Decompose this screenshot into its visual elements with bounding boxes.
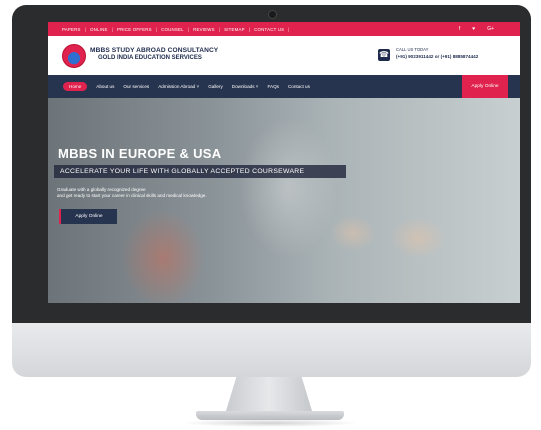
nav-about[interactable]: About us bbox=[96, 84, 114, 89]
top-link[interactable]: PRICE OFFERS bbox=[117, 27, 152, 32]
phone-icon: ☎ bbox=[378, 49, 390, 61]
nav-gallery[interactable]: Gallery bbox=[208, 84, 223, 89]
call-numbers[interactable]: (+91) 9023911442 or (+91) 8885874442 bbox=[396, 54, 478, 59]
top-link[interactable]: CONTACT US bbox=[254, 27, 284, 32]
main-nav: Home About us Our services Admission Abr… bbox=[48, 75, 520, 98]
nav-downloads[interactable]: Downloads ˅ bbox=[232, 84, 259, 89]
apply-online-button[interactable]: Apply Online bbox=[462, 75, 508, 98]
site-header: MBBS STUDY ABROAD CONSULTANCY GOLD INDIA… bbox=[48, 36, 520, 75]
top-links: PAPERS | ONLINE | PRICE OFFERS | COUNSEL | R… bbox=[62, 26, 290, 32]
logo-icon[interactable] bbox=[62, 44, 86, 68]
call-info: CALL US TODAY (+91) 9023911442 or (+91) … bbox=[396, 47, 478, 59]
website-screen: PAPERS | ONLINE | PRICE OFFERS | COUNSEL | R… bbox=[48, 22, 520, 303]
nav-services[interactable]: Our services bbox=[123, 84, 149, 89]
monitor-stand bbox=[226, 377, 312, 411]
top-bar: PAPERS | ONLINE | PRICE OFFERS | COUNSEL | R… bbox=[48, 22, 520, 36]
top-link[interactable]: ONLINE bbox=[90, 27, 108, 32]
nav-items: Home About us Our services Admission Abr… bbox=[48, 82, 310, 91]
camera-icon bbox=[268, 10, 277, 19]
top-link[interactable]: PAPERS bbox=[62, 27, 81, 32]
monitor-shadow bbox=[180, 419, 360, 427]
hero-title: MBBS IN EUROPE & USA bbox=[58, 146, 222, 161]
hero-banner: MBBS IN EUROPE & USA ACCELERATE YOUR LIF… bbox=[48, 98, 520, 303]
nav-faqs[interactable]: FAQs bbox=[267, 84, 279, 89]
nav-home[interactable]: Home bbox=[63, 82, 88, 91]
top-link[interactable]: COUNSEL bbox=[161, 27, 184, 32]
brand[interactable]: MBBS STUDY ABROAD CONSULTANCY GOLD INDIA… bbox=[90, 47, 218, 61]
nav-admission-abroad[interactable]: Admission Abroad ˅ bbox=[158, 84, 199, 89]
call-label: CALL US TODAY bbox=[396, 47, 429, 52]
social-links: f ♥ G+ bbox=[459, 22, 494, 36]
top-link[interactable]: SITEMAP bbox=[224, 27, 245, 32]
brand-line2: GOLD INDIA EDUCATION SERVICES bbox=[98, 55, 202, 61]
hero-subtitle: ACCELERATE YOUR LIFE WITH GLOBALLY ACCEP… bbox=[54, 165, 346, 178]
hero-apply-button[interactable]: Apply Online bbox=[59, 209, 117, 224]
brand-line1: MBBS STUDY ABROAD CONSULTANCY bbox=[90, 47, 219, 54]
google-plus-icon[interactable]: G+ bbox=[487, 26, 494, 32]
twitter-icon[interactable]: ♥ bbox=[472, 26, 475, 32]
nav-contact[interactable]: Contact us bbox=[288, 84, 310, 89]
top-link[interactable]: REVIEWS bbox=[193, 27, 215, 32]
monitor-chin bbox=[12, 323, 531, 377]
facebook-icon[interactable]: f bbox=[459, 26, 460, 32]
hero-desc-line2: and get ready to start your career in cl… bbox=[57, 192, 207, 198]
hero-description: Graduate with a globally recognized degr… bbox=[57, 187, 207, 198]
